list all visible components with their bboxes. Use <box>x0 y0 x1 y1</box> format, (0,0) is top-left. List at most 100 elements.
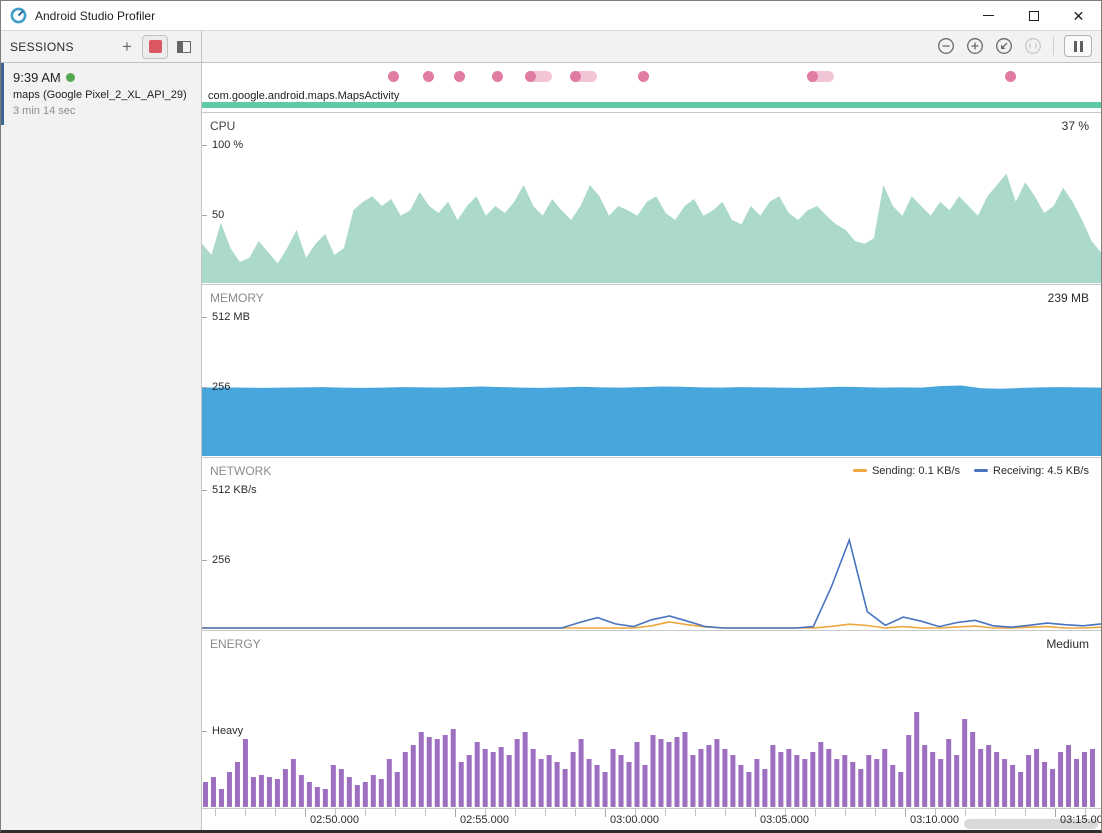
touch-event-dot[interactable] <box>388 71 399 82</box>
zoom-to-selection-icon <box>1024 37 1042 55</box>
axis-tick-dash <box>202 490 207 491</box>
close-button[interactable]: ✕ <box>1056 1 1101 30</box>
time-major-tick <box>605 809 606 817</box>
memory-ytick-label: 256 <box>212 381 230 393</box>
time-minor-tick <box>425 809 426 816</box>
session-name: maps (Google Pixel_2_XL_API_29) <box>13 89 193 101</box>
time-label: 02:55.000 <box>460 814 509 826</box>
touch-event-dot[interactable] <box>638 71 649 82</box>
zoom-out-icon <box>937 37 955 55</box>
memory-chart[interactable] <box>202 285 1101 456</box>
energy-section[interactable]: ENERGY Medium Heavy <box>202 631 1101 810</box>
stop-session-button[interactable] <box>142 35 168 59</box>
activity-lifetime-bar[interactable] <box>202 102 1101 108</box>
profiler-window: Android Studio Profiler ✕ SESSIONS + <box>0 0 1102 833</box>
minimize-button[interactable] <box>966 1 1011 30</box>
sessions-toolbar: SESSIONS + <box>1 31 201 63</box>
reset-zoom-icon <box>995 37 1013 55</box>
maximize-icon <box>1029 11 1039 21</box>
network-chart[interactable] <box>202 458 1101 629</box>
axis-tick-dash <box>202 317 207 318</box>
collapse-panel-button[interactable] <box>172 36 196 58</box>
profiler-toolbar <box>202 31 1101 63</box>
pause-icon <box>1074 41 1077 52</box>
touch-event-dot[interactable] <box>492 71 503 82</box>
zoom-to-selection-button[interactable] <box>1023 36 1043 56</box>
time-minor-tick <box>695 809 696 816</box>
time-minor-tick <box>575 809 576 816</box>
session-item[interactable]: 9:39 AM maps (Google Pixel_2_XL_API_29) … <box>1 63 201 125</box>
touch-event-dot[interactable] <box>570 71 581 82</box>
network-ytick-label: 256 <box>212 554 230 566</box>
touch-event-dot[interactable] <box>423 71 434 82</box>
time-axis: 02:50.000 02:55.000 03:00.000 03:05.000 03:1… <box>202 809 1101 830</box>
time-major-tick <box>455 809 456 817</box>
time-major-tick <box>755 809 756 817</box>
touch-event-dot[interactable] <box>1005 71 1016 82</box>
time-major-tick <box>905 809 906 817</box>
network-section[interactable]: NETWORK Sending: 0.1 KB/sReceiving: 4.5 … <box>202 458 1101 631</box>
touch-event-dot[interactable] <box>525 71 536 82</box>
time-label: 03:00.000 <box>610 814 659 826</box>
time-label: 03:05.000 <box>760 814 809 826</box>
time-major-tick <box>1055 809 1056 817</box>
axis-tick-dash <box>202 731 207 732</box>
sessions-panel: SESSIONS + 9:39 AM maps (Google Pixel_2_… <box>1 31 202 830</box>
axis-tick-dash <box>202 560 207 561</box>
time-minor-tick <box>275 809 276 816</box>
memory-section[interactable]: MEMORY 239 MB 512 MB256 <box>202 285 1101 458</box>
cpu-ytick-label: 50 <box>212 209 224 221</box>
cpu-chart[interactable] <box>202 113 1101 284</box>
event-track <box>202 63 1101 89</box>
time-minor-tick <box>245 809 246 816</box>
add-session-button[interactable]: + <box>116 36 138 58</box>
time-minor-tick <box>215 809 216 816</box>
maximize-button[interactable] <box>1011 1 1056 30</box>
time-minor-tick <box>545 809 546 816</box>
time-label: 03:15.000 <box>1060 814 1102 826</box>
zoom-in-button[interactable] <box>965 36 985 56</box>
time-minor-tick <box>395 809 396 816</box>
sessions-header-label: SESSIONS <box>10 40 74 54</box>
timeline-strip[interactable]: com.google.android.maps.MapsActivity <box>202 63 1101 113</box>
time-minor-tick <box>815 809 816 816</box>
time-minor-tick <box>365 809 366 816</box>
cpu-ytick-label: 100 % <box>212 139 243 151</box>
stop-icon <box>149 40 162 53</box>
zoom-in-icon <box>966 37 984 55</box>
time-minor-tick <box>995 809 996 816</box>
session-time: 9:39 AM <box>13 70 61 85</box>
time-major-tick <box>305 809 306 817</box>
energy-chart[interactable] <box>202 631 1101 807</box>
minimize-icon <box>983 15 994 16</box>
close-icon: ✕ <box>1073 9 1085 23</box>
window-title: Android Studio Profiler <box>35 9 155 23</box>
network-series-receiving <box>202 540 1101 628</box>
pause-button[interactable] <box>1064 35 1092 57</box>
profiler-area: com.google.android.maps.MapsActivity CPU… <box>202 31 1101 830</box>
time-minor-tick <box>875 809 876 816</box>
time-minor-tick <box>515 809 516 816</box>
time-minor-tick <box>965 809 966 816</box>
memory-ytick-label: 512 MB <box>212 311 250 323</box>
title-bar: Android Studio Profiler ✕ <box>1 1 1101 31</box>
time-minor-tick <box>845 809 846 816</box>
reset-zoom-button[interactable] <box>994 36 1014 56</box>
collapse-panel-icon <box>177 41 191 53</box>
cpu-section[interactable]: CPU 37 % 100 %50 <box>202 113 1101 286</box>
window-controls: ✕ <box>966 1 1101 30</box>
android-profiler-icon <box>10 7 27 24</box>
session-live-dot <box>66 73 75 82</box>
network-series-sending <box>202 622 1101 628</box>
activity-name: com.google.android.maps.MapsActivity <box>202 89 1101 102</box>
axis-tick-dash <box>202 215 207 216</box>
time-minor-tick <box>1025 809 1026 816</box>
zoom-out-button[interactable] <box>936 36 956 56</box>
axis-tick-dash <box>202 387 207 388</box>
energy-ytick-label: Heavy <box>212 725 243 737</box>
network-ytick-label: 512 KB/s <box>212 484 257 496</box>
touch-event-dot[interactable] <box>454 71 465 82</box>
activity-row: com.google.android.maps.MapsActivity <box>202 89 1101 112</box>
time-label: 02:50.000 <box>310 814 359 826</box>
touch-event-dot[interactable] <box>807 71 818 82</box>
